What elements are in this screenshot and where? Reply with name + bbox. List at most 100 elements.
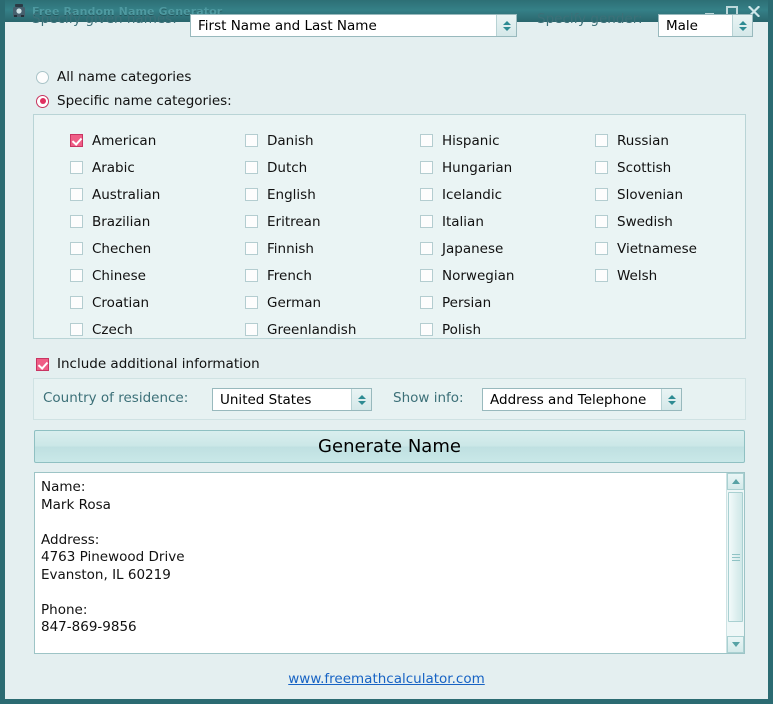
checkbox-unchecked-icon [595,161,608,174]
category-checkbox-german[interactable]: German [245,289,356,316]
checkbox-unchecked-icon [420,134,433,147]
gender-select[interactable]: Male [658,14,753,37]
category-checkbox-hungarian[interactable]: Hungarian [420,154,514,181]
category-checkbox-persian[interactable]: Persian [420,289,514,316]
category-checkbox-american[interactable]: American [70,127,160,154]
checkbox-unchecked-icon [420,188,433,201]
category-checkbox-dutch[interactable]: Dutch [245,154,356,181]
checkbox-unchecked-icon [70,269,83,282]
category-label: Polish [442,321,482,338]
category-checkbox-scottish[interactable]: Scottish [595,154,697,181]
include-additional-info-checkbox[interactable]: Include additional information [36,356,260,372]
radio-all-categories[interactable]: All name categories [36,69,191,85]
category-label: Dutch [267,159,308,176]
scroll-up-icon[interactable] [727,473,744,490]
category-checkbox-polish[interactable]: Polish [420,316,514,343]
show-info-select[interactable]: Address and Telephone [482,388,682,411]
category-label: Arabic [92,159,135,176]
category-label: Greenlandish [267,321,357,338]
category-checkbox-brazilian[interactable]: Brazilian [70,208,160,235]
category-checkbox-swedish[interactable]: Swedish [595,208,697,235]
show-info-value: Address and Telephone [490,391,647,408]
checkbox-unchecked-icon [420,242,433,255]
scrollbar-thumb[interactable] [728,492,743,622]
category-checkbox-australian[interactable]: Australian [70,181,160,208]
category-label: Swedish [617,213,673,230]
result-text: Name: Mark Rosa Address: 4763 Pinewood D… [41,479,185,635]
checkbox-unchecked-icon [595,134,608,147]
category-label: American [92,132,157,149]
category-checkbox-slovenian[interactable]: Slovenian [595,181,697,208]
app-window: Free Random Name Generator Specify given… [0,0,773,704]
radio-unchecked-icon [36,70,49,84]
category-checkbox-english[interactable]: English [245,181,356,208]
category-checkbox-japanese[interactable]: Japanese [420,235,514,262]
generate-name-button[interactable]: Generate Name [34,430,745,463]
given-names-select[interactable]: First Name and Last Name [190,14,517,37]
category-checkbox-chechen[interactable]: Chechen [70,235,160,262]
name-categories-panel: American Arabic Australian Brazilian Chechen… [33,114,746,339]
checkbox-unchecked-icon [245,134,258,147]
scrollbar-grip-icon [732,554,740,561]
category-label: Hungarian [442,159,513,176]
radio-checked-icon [36,94,49,108]
country-value: United States [220,391,312,408]
result-textarea[interactable]: Name: Mark Rosa Address: 4763 Pinewood D… [34,472,745,654]
category-label: Hispanic [442,132,500,149]
checkbox-unchecked-icon [595,242,608,255]
category-checkbox-danish[interactable]: Danish [245,127,356,154]
category-checkbox-french[interactable]: French [245,262,356,289]
website-link[interactable]: www.freemathcalculator.com [288,671,485,687]
category-checkbox-welsh[interactable]: Welsh [595,262,697,289]
category-checkbox-chinese[interactable]: Chinese [70,262,160,289]
category-label: French [267,267,312,284]
category-label: Vietnamese [617,240,697,257]
app-icon [11,3,27,19]
category-checkbox-arabic[interactable]: Arabic [70,154,160,181]
category-column-4: Russian Scottish Slovenian Swedish Vietnames… [595,127,697,289]
radio-specific-categories[interactable]: Specific name categories: [36,93,232,109]
category-label: Chechen [92,240,152,257]
category-checkbox-eritrean[interactable]: Eritrean [245,208,356,235]
category-label: English [267,186,316,203]
category-label: Czech [92,321,133,338]
checkbox-unchecked-icon [420,161,433,174]
category-column-3: Hispanic Hungarian Icelandic Italian Japanes… [420,127,514,343]
given-names-value: First Name and Last Name [198,17,377,34]
result-scrollbar[interactable] [726,473,744,653]
country-select[interactable]: United States [212,388,372,411]
footer: www.freemathcalculator.com [5,659,768,699]
given-names-spinner-icon[interactable] [496,15,516,36]
category-label: Brazilian [92,213,151,230]
category-label: Croatian [92,294,150,311]
checkbox-checked-icon [70,134,83,147]
category-label: Italian [442,213,484,230]
checkbox-unchecked-icon [245,269,258,282]
category-checkbox-czech[interactable]: Czech [70,316,160,343]
checkbox-unchecked-icon [70,323,83,336]
scroll-down-icon[interactable] [727,636,744,653]
category-checkbox-russian[interactable]: Russian [595,127,697,154]
category-label: Norwegian [442,267,515,284]
category-checkbox-croatian[interactable]: Croatian [70,289,160,316]
checkbox-unchecked-icon [70,161,83,174]
category-label: Japanese [442,240,504,257]
checkbox-unchecked-icon [70,188,83,201]
checkbox-unchecked-icon [595,215,608,228]
country-spinner-icon[interactable] [351,389,371,410]
category-checkbox-norwegian[interactable]: Norwegian [420,262,514,289]
category-label: Eritrean [267,213,321,230]
checkbox-unchecked-icon [595,188,608,201]
category-column-2: Danish Dutch English Eritrean Finnish French G… [245,127,356,343]
gender-spinner-icon[interactable] [732,15,752,36]
radio-specific-categories-label: Specific name categories: [57,93,232,109]
category-checkbox-vietnamese[interactable]: Vietnamese [595,235,697,262]
category-checkbox-italian[interactable]: Italian [420,208,514,235]
category-checkbox-finnish[interactable]: Finnish [245,235,356,262]
category-checkbox-hispanic[interactable]: Hispanic [420,127,514,154]
gender-value: Male [666,17,698,34]
category-checkbox-greenlandish[interactable]: Greenlandish [245,316,356,343]
category-checkbox-icelandic[interactable]: Icelandic [420,181,514,208]
checkbox-unchecked-icon [245,296,258,309]
show-info-spinner-icon[interactable] [661,389,681,410]
